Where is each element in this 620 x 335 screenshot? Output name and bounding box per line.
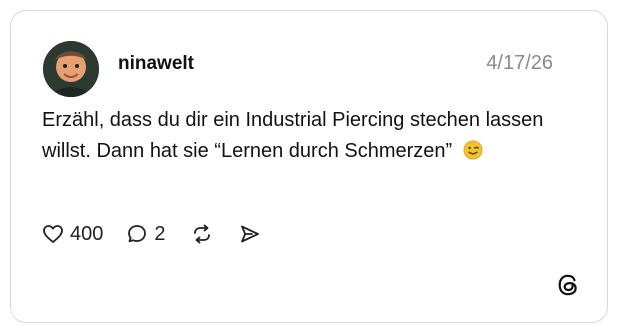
post-card: ninawelt 4/17/26 Erzähl, dass du dir ein… — [10, 10, 608, 323]
threads-logo-icon[interactable] — [555, 272, 581, 298]
avatar[interactable] — [43, 41, 99, 97]
post-date: 4/17/26 — [486, 52, 553, 74]
repost-button[interactable] — [190, 222, 214, 246]
username[interactable]: ninawelt — [118, 53, 194, 75]
post-actions: 400 2 — [41, 219, 262, 249]
like-button[interactable]: 400 — [41, 222, 103, 246]
avatar-image — [43, 41, 99, 97]
reply-count: 2 — [154, 222, 166, 245]
repost-icon — [193, 224, 210, 244]
reply-button[interactable]: 2 — [125, 222, 166, 246]
send-icon — [240, 225, 259, 243]
winking-face-emoji — [463, 139, 483, 160]
like-count: 400 — [70, 222, 104, 245]
share-button[interactable] — [238, 222, 262, 246]
comment-bubble-icon — [128, 225, 147, 243]
post-body: Erzähl, dass du dir ein Industrial Pierc… — [42, 105, 562, 167]
heart-icon — [43, 225, 63, 243]
